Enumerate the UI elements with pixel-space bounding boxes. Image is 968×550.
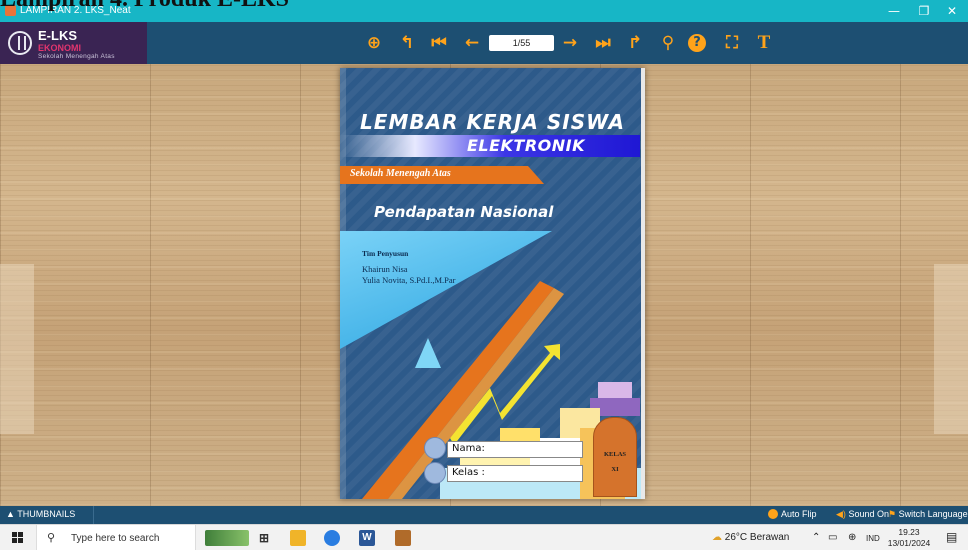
zoom-in-icon[interactable]: ⊕ (363, 32, 385, 54)
name-bullet (424, 437, 446, 459)
window-title: LAMPIRAN 2. LKS_Neat (20, 5, 131, 16)
search-glass-icon: ⚲ (47, 532, 56, 544)
triangle-up-icon: ▲ (6, 509, 15, 519)
page-number-input[interactable]: 1/55 (489, 35, 554, 51)
language-indicator[interactable]: IND (866, 534, 880, 543)
cloud-sun-icon: ☁ (712, 532, 722, 543)
sound-label: Sound On (848, 509, 889, 519)
task-view-icon[interactable]: ⊞ (256, 530, 272, 546)
window-title-bar: LAMPIRAN 2. LKS_Neat — ❐ ✕ (0, 0, 968, 22)
news-widget-icon[interactable] (205, 530, 249, 546)
close-button[interactable]: ✕ (938, 0, 966, 22)
cover-author: Khairun Nisa (362, 264, 408, 274)
brand-subtitle: EKONOMI (38, 43, 82, 53)
cover-page-edge (641, 68, 645, 499)
cover-level: Sekolah Menengah Atas (350, 168, 451, 179)
notification-icon[interactable]: ▤ (946, 530, 957, 544)
class-bullet (424, 462, 446, 484)
brand-logo-icon (8, 31, 32, 55)
next-page-icon[interactable]: → (559, 32, 581, 54)
battery-icon[interactable]: ▭ (828, 532, 837, 543)
taskbar-clock[interactable]: 19.23 13/01/2024 (886, 527, 932, 549)
switch-language-label: Switch Language (898, 509, 968, 519)
book-cover-page[interactable]: LEMBAR KERJA SISWA ELEKTRONIK Sekolah Me… (340, 68, 645, 499)
help-icon[interactable]: ? (688, 34, 706, 52)
thumbnails-label: THUMBNAILS (17, 509, 76, 519)
windows-start-icon[interactable] (12, 532, 24, 544)
thumbnails-toggle[interactable]: ▲ THUMBNAILS (6, 509, 75, 519)
forward-icon[interactable]: ↱ (624, 32, 646, 54)
taskbar-search-box[interactable]: ⚲ Type here to search (36, 525, 196, 550)
prev-page-icon[interactable]: ← (461, 32, 483, 54)
flipbook-app-icon[interactable] (395, 530, 411, 546)
clock-time: 19.23 (898, 527, 920, 537)
kelas-badge-value: XI (611, 466, 619, 473)
brand-logo-block: E-LKS EKONOMI Sekolah Menengah Atas (0, 22, 147, 64)
switch-language-button[interactable]: ⚑ Switch Language (888, 509, 968, 520)
first-page-icon[interactable]: ⏮ (428, 32, 450, 54)
auto-flip-label: Auto Flip (781, 509, 817, 519)
flag-icon: ⚑ (888, 509, 897, 519)
last-page-icon[interactable]: ⏭ (592, 32, 614, 54)
brand-tagline: Sekolah Menengah Atas (38, 53, 115, 60)
brand-name: E-LKS (38, 28, 77, 43)
cover-author: Yulia Novita, S.Pd.I.,M.Par (362, 275, 456, 285)
status-bar: ▲ THUMBNAILS Auto Flip ◀) Sound On ⚑ Swi… (0, 506, 968, 524)
prev-page-side-tab[interactable] (0, 264, 34, 434)
taskbar-search-placeholder: Type here to search (71, 533, 160, 544)
text-icon[interactable]: T (753, 32, 775, 54)
next-page-side-tab[interactable] (934, 264, 968, 434)
chrome-icon[interactable] (324, 530, 340, 546)
toolbar: E-LKS EKONOMI Sekolah Menengah Atas ⊕ ↰ … (0, 22, 968, 64)
cover-subtitle: ELEKTRONIK (466, 136, 585, 155)
tray-chevron-icon[interactable]: ⌃ (812, 532, 820, 543)
class-label: Kelas : (452, 467, 485, 478)
kelas-badge-label: KELAS (603, 451, 627, 458)
file-explorer-icon[interactable] (290, 530, 306, 546)
cover-topic: Pendapatan Nasional (374, 203, 554, 221)
clock-date: 13/01/2024 (887, 538, 931, 548)
word-icon[interactable]: W (359, 530, 375, 546)
cover-team-label: Tim Penyusun (362, 249, 409, 258)
auto-flip-toggle[interactable]: Auto Flip (768, 509, 817, 519)
clock-icon (768, 509, 778, 519)
fullscreen-icon[interactable]: ⛶ (721, 32, 743, 54)
minimize-button[interactable]: — (880, 0, 908, 22)
weather-text: 26°C Berawan (724, 532, 790, 543)
cover-title: LEMBAR KERJA SISWA (360, 110, 625, 134)
status-divider (93, 506, 94, 524)
maximize-button[interactable]: ❐ (910, 0, 938, 22)
sound-toggle[interactable]: ◀) Sound On (836, 509, 889, 520)
speaker-icon: ◀) (836, 509, 846, 519)
weather-widget[interactable]: ☁ 26°C Berawan (712, 532, 789, 543)
network-globe-icon[interactable]: ⊕ (848, 532, 856, 543)
app-icon (5, 5, 16, 16)
name-label: Nama: (452, 443, 485, 454)
windows-taskbar: ⚲ Type here to search ⊞ W ☁ 26°C Berawan… (0, 524, 968, 550)
search-icon[interactable]: ⚲ (657, 32, 679, 54)
back-icon[interactable]: ↰ (396, 32, 418, 54)
